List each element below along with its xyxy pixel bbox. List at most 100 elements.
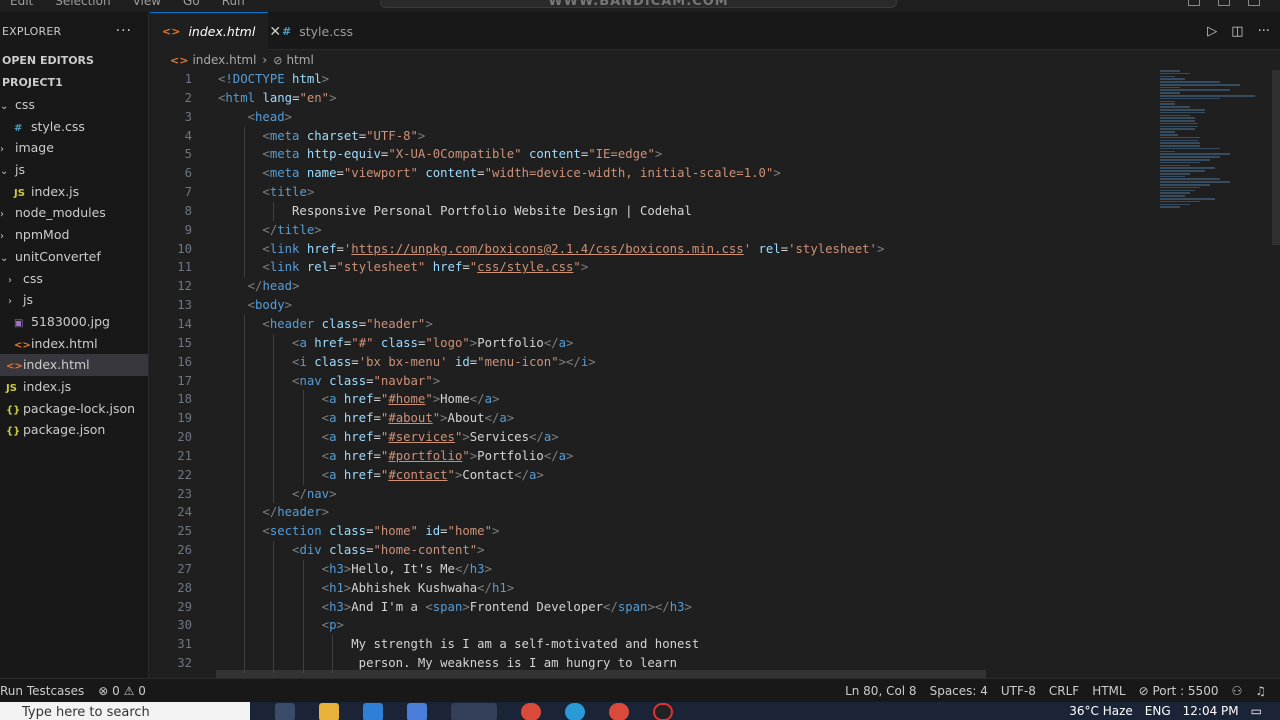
task-view-icon[interactable] <box>275 703 295 720</box>
tree-item[interactable]: › css <box>0 268 148 290</box>
run-testcases-button[interactable]: Run Testcases <box>0 684 84 698</box>
live-server-port[interactable]: ⊘ Port : 5500 <box>1139 684 1219 698</box>
run-icon[interactable]: ▷ <box>1207 24 1217 39</box>
minimap[interactable] <box>1160 70 1270 240</box>
tree-item[interactable]: <>index.html <box>0 354 148 376</box>
language-mode[interactable]: HTML <box>1092 684 1125 698</box>
tree-item[interactable]: › js <box>0 289 148 311</box>
code-line[interactable]: <section class="home" id="home"> <box>218 522 1218 542</box>
problems-indicator[interactable]: ⊗ 0 ⚠ 0 <box>98 684 146 698</box>
code-line[interactable]: <a href="#portfolio">Portfolio</a> <box>218 446 1218 466</box>
more-actions-icon[interactable]: ··· <box>1258 24 1270 39</box>
chrome-icon[interactable] <box>521 703 541 720</box>
edge-icon[interactable] <box>565 703 585 720</box>
tree-item[interactable]: › image <box>0 137 148 159</box>
tree-item[interactable]: ⌄ unitConvertef <box>0 246 148 268</box>
cursor-position[interactable]: Ln 80, Col 8 <box>845 684 917 698</box>
code-line[interactable]: <link href='https://unpkg.com/boxicons@2… <box>218 239 1218 259</box>
code-line[interactable]: My strength is I am a self-motivated and… <box>218 635 1218 655</box>
code-line[interactable]: <nav class="navbar"> <box>218 371 1218 391</box>
code-line[interactable]: <meta charset="UTF-8"> <box>218 126 1218 146</box>
tree-item[interactable]: {} package-lock.json <box>0 398 148 420</box>
code-line[interactable]: <title> <box>218 183 1218 202</box>
tree-item[interactable]: <>index.html <box>0 333 148 355</box>
notification-icon[interactable]: ▭ <box>1251 704 1262 718</box>
code-area[interactable]: <!DOCTYPE html> <html lang="en"> <head> <… <box>218 70 1218 673</box>
code-line[interactable]: </head> <box>218 277 1218 296</box>
bell-icon[interactable]: ♫ <box>1255 684 1266 698</box>
code-line[interactable]: <a href="#services">Services</a> <box>218 428 1218 447</box>
code-text: person. My weakness is I am hungry to le… <box>218 656 678 671</box>
code-line[interactable]: <body> <box>218 296 1218 315</box>
code-line[interactable]: <i class='bx bx-menu' id="menu-icon"></i… <box>218 352 1218 372</box>
code-line[interactable]: <div class="home-content"> <box>218 541 1218 560</box>
code-text: <h1>Abhishek Kushwaha</h1> <box>321 580 515 595</box>
menu-go[interactable]: Go <box>183 0 200 8</box>
breadcrumb-symbol[interactable]: html <box>286 53 313 67</box>
tree-item[interactable]: ▣ 5183000.jpg <box>0 311 148 333</box>
tree-item[interactable]: › npmMod <box>0 224 148 246</box>
account-icon[interactable]: ⚇ <box>1231 684 1242 698</box>
code-line[interactable]: Responsive Personal Portfolio Website De… <box>218 201 1218 221</box>
command-center[interactable]: WWW.BANDICAM.COM <box>380 0 897 8</box>
tree-item[interactable]: ⌄ js <box>0 159 148 181</box>
vertical-scrollbar[interactable] <box>1272 70 1280 245</box>
split-editor-icon[interactable]: ◫ <box>1231 24 1243 39</box>
vscode-icon[interactable] <box>451 703 497 720</box>
indentation[interactable]: Spaces: 4 <box>930 684 988 698</box>
code-text: <a href="#contact">Contact</a> <box>321 467 544 482</box>
breadcrumb-file[interactable]: index.html <box>192 53 256 67</box>
code-line[interactable]: </title> <box>218 220 1218 240</box>
code-line[interactable]: <a href="#contact">Contact</a> <box>218 465 1218 485</box>
project-section[interactable]: PROJECT1 <box>0 72 148 94</box>
tree-item[interactable]: › node_modules <box>0 202 148 224</box>
menu-view[interactable]: View <box>133 0 161 8</box>
tab-style-css[interactable]: # style.css <box>270 12 380 50</box>
code-line[interactable]: <link rel="stylesheet" href="css/style.c… <box>218 258 1218 278</box>
recorder-icon[interactable] <box>653 703 673 720</box>
language-indicator[interactable]: ENG <box>1145 704 1171 718</box>
code-line[interactable]: <h1>Abhishek Kushwaha</h1> <box>218 578 1218 598</box>
menu-selection[interactable]: Selection <box>55 0 110 8</box>
layout-icon[interactable] <box>1188 0 1200 6</box>
code-line[interactable]: <a href="#" class="logo">Portfolio</a> <box>218 333 1218 353</box>
tree-item[interactable]: ⌄ css <box>0 94 148 116</box>
code-line[interactable]: <meta name="viewport" content="width=dev… <box>218 164 1218 184</box>
encoding[interactable]: UTF-8 <box>1001 684 1036 698</box>
more-actions-icon[interactable]: ··· <box>116 23 132 39</box>
tree-item[interactable]: JS index.js <box>0 181 148 203</box>
code-line[interactable]: </header> <box>218 503 1218 523</box>
open-editors-section[interactable]: OPEN EDITORS <box>0 50 148 72</box>
clock[interactable]: 12:04 PM <box>1183 704 1239 718</box>
layout-icon[interactable] <box>1248 0 1260 6</box>
minimap-line <box>1160 86 1180 89</box>
code-line[interactable]: <a href="#about">About</a> <box>218 409 1218 429</box>
code-line[interactable]: <h3>And I'm a <span>Frontend Developer</… <box>218 597 1218 617</box>
menu-edit[interactable]: Edit <box>10 0 33 8</box>
code-line[interactable]: <html lang="en"> <box>218 89 1218 108</box>
tab-index-html[interactable]: <> index.html ✕ <box>150 12 281 50</box>
chrome-icon[interactable] <box>609 703 629 720</box>
taskbar-search[interactable]: Type here to search <box>0 702 250 720</box>
code-line[interactable]: <a href="#home">Home</a> <box>218 390 1218 410</box>
tree-item[interactable]: JS index.js <box>0 376 148 398</box>
code-line[interactable]: <p> <box>218 616 1218 636</box>
code-line[interactable]: </nav> <box>218 484 1218 504</box>
code-text: <a href="#about">About</a> <box>321 411 515 426</box>
store-icon[interactable] <box>407 703 427 720</box>
layout-icon[interactable] <box>1218 0 1230 6</box>
code-editor[interactable]: 1 2 3 4 5 6 7 8 9 10 11 12 13 14 15 16 17 18 19 20 21 22 23 24 2… <box>150 70 1280 678</box>
code-line[interactable]: <header class="header"> <box>218 314 1218 334</box>
code-line[interactable]: <meta http-equiv="X-UA-0Compatible" cont… <box>218 145 1218 165</box>
line-ending[interactable]: CRLF <box>1049 684 1079 698</box>
code-line[interactable]: <!DOCTYPE html> <box>218 70 1218 89</box>
code-line[interactable]: <h3>Hello, It's Me</h3> <box>218 559 1218 579</box>
code-line[interactable]: <head> <box>218 108 1218 127</box>
tree-item[interactable]: # style.css <box>0 116 148 138</box>
menu-run[interactable]: Run <box>222 0 245 8</box>
file-explorer-icon[interactable] <box>319 703 339 720</box>
tree-item[interactable]: {} package.json <box>0 419 148 441</box>
weather-widget[interactable]: 36°C Haze <box>1069 704 1133 718</box>
mail-icon[interactable] <box>363 703 383 720</box>
horizontal-scrollbar[interactable] <box>216 670 986 678</box>
